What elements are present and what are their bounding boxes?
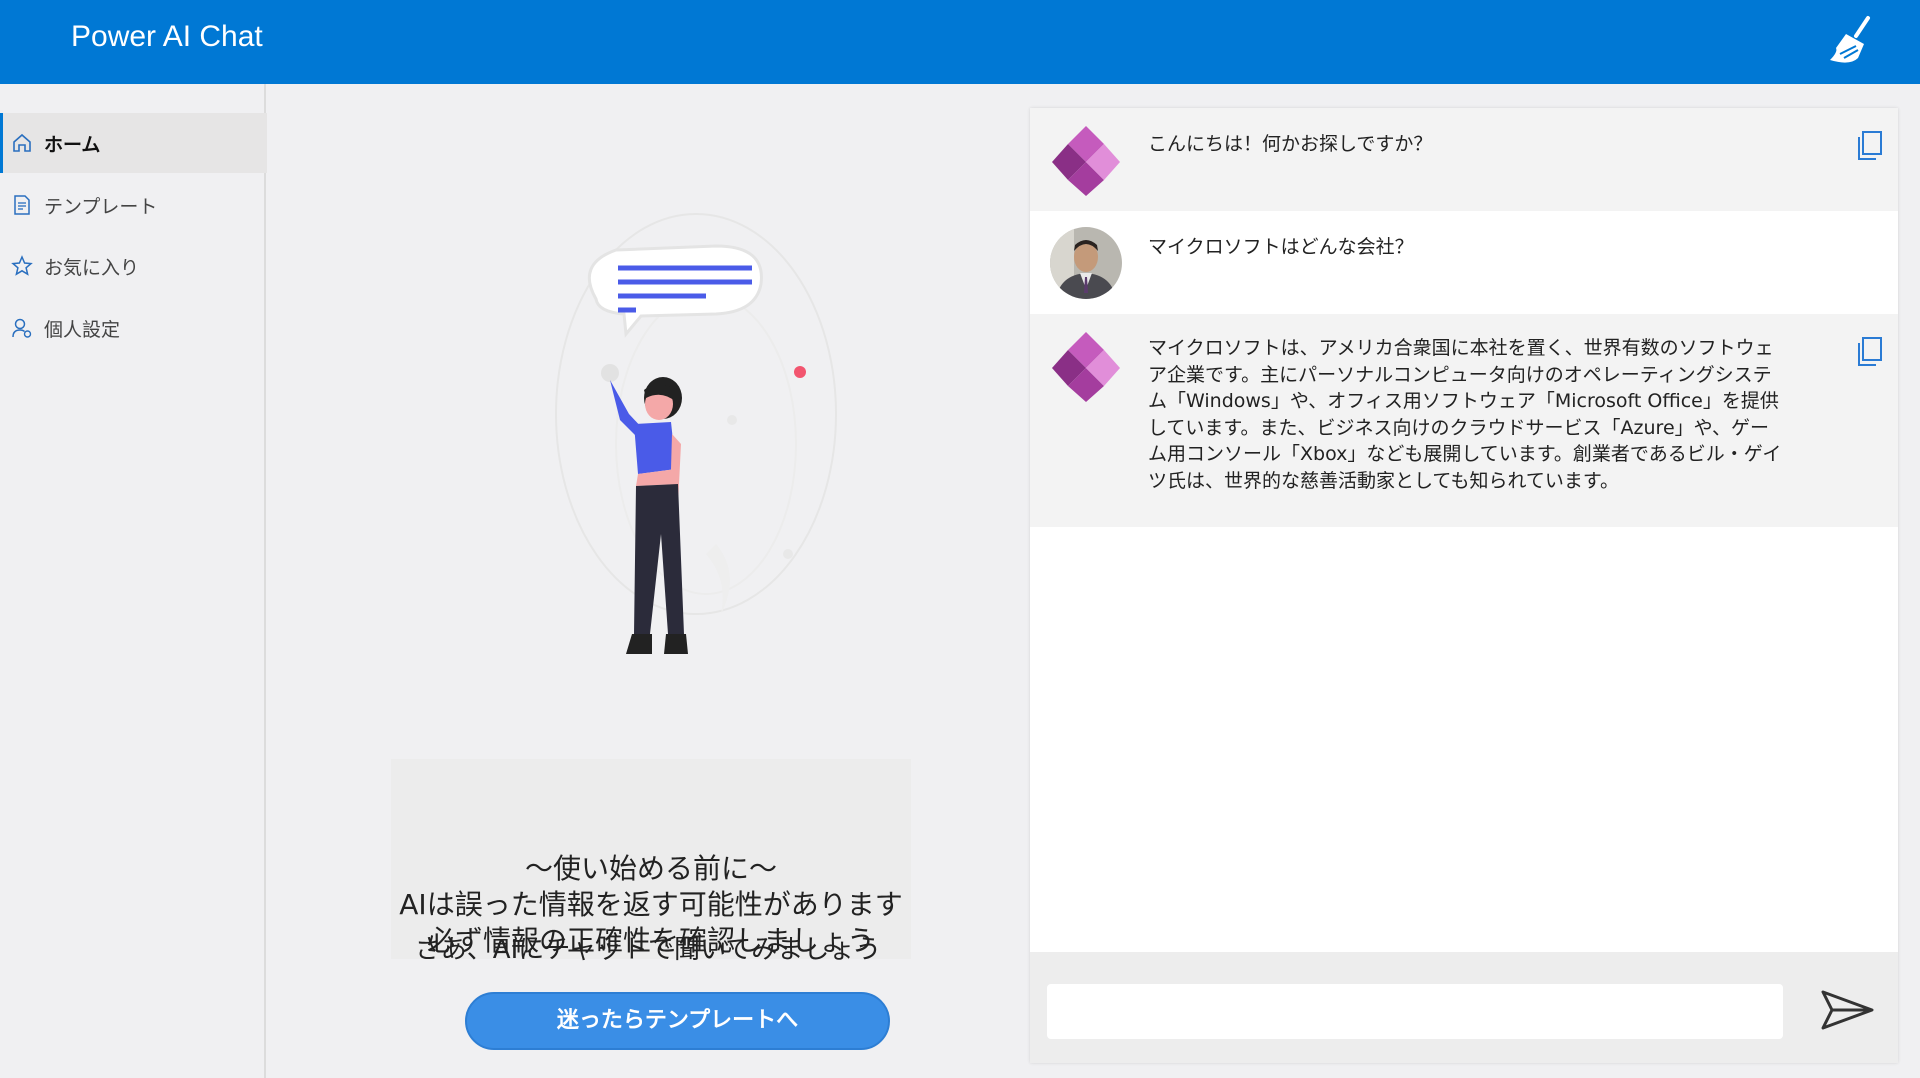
home-panel: ～使い始める前に～ AIは誤った情報を返す可能性があります 必ず情報の正確性を確… (266, 84, 1030, 1078)
sidebar-item-home[interactable]: ホーム (0, 113, 267, 173)
notice-line: ～使い始める前に～ (524, 852, 777, 885)
sidebar: ホーム テンプレート お気に入り 個人設定 (0, 84, 267, 1078)
message-line: ツ氏は、世界的な慈善活動家としても知られています。 (1148, 469, 1620, 492)
user-avatar (1050, 227, 1122, 299)
power-apps-logo-icon (1052, 332, 1120, 402)
sidebar-item-label: テンプレート (44, 195, 158, 218)
app-header: Power AI Chat (0, 0, 1920, 84)
star-icon (11, 255, 33, 276)
woman-with-speech-bubble-illustration (555, 213, 837, 654)
broom-icon[interactable] (1822, 14, 1878, 70)
message-text: マイクロソフトは、アメリカ合衆国に本社を置く、世界有数のソフトウェ ア企業です。… (1148, 335, 1838, 494)
sidebar-item-label: お気に入り (44, 256, 140, 279)
sidebar-item-label: 個人設定 (44, 318, 121, 341)
message-line: マイクロソフトは、アメリカ合衆国に本社を置く、世界有数のソフトウェ (1148, 337, 1774, 359)
chat-message-bot: マイクロソフトは、アメリカ合衆国に本社を置く、世界有数のソフトウェ ア企業です。… (1030, 314, 1898, 527)
message-line: ム用コンソール「Xbox」なども展開しています。創業者であるビル・ゲイ (1148, 443, 1782, 465)
sidebar-item-settings[interactable]: 個人設定 (0, 298, 264, 358)
message-line: しています。また、ビジネス向けのクラウドサービス「Azure」や、ゲー (1148, 416, 1770, 439)
copy-icon[interactable] (1856, 130, 1884, 162)
notice-line: AIは誤った情報を返す可能性があります (399, 888, 903, 921)
copy-icon[interactable] (1856, 336, 1884, 368)
chat-input[interactable] (1047, 984, 1783, 1039)
chat-prompt-text: さあ、AIにチャットで聞いてみましょう (414, 935, 882, 965)
template-button[interactable]: 迷ったらテンプレートへ (465, 992, 890, 1050)
sidebar-item-templates[interactable]: テンプレート (0, 175, 264, 235)
chat-input-area (1030, 952, 1898, 1063)
app-title: Power AI Chat (71, 20, 263, 53)
sidebar-item-favorites[interactable]: お気に入り (0, 236, 264, 296)
message-text: こんにちは！何かお探しですか？ (1148, 133, 1433, 155)
person-settings-icon (12, 318, 32, 338)
power-apps-logo-icon (1052, 126, 1120, 196)
message-text: マイクロソフトはどんな会社？ (1148, 236, 1414, 258)
chat-message-user: マイクロソフトはどんな会社？ (1030, 211, 1898, 314)
message-line: ム「Windows」や、オフィス用ソフトウェア「Microsoft Office… (1148, 390, 1779, 412)
sidebar-item-label: ホーム (44, 133, 101, 156)
home-icon (13, 133, 31, 152)
chat-message-bot: こんにちは！何かお探しですか？ (1030, 108, 1898, 211)
message-line: ア企業です。主にパーソナルコンピュータ向けのオペレーティングシステ (1148, 363, 1772, 386)
document-icon (14, 195, 30, 215)
send-icon[interactable] (1820, 986, 1876, 1034)
chat-panel: こんにちは！何かお探しですか？ マイクロソフトはどんな会社？ マイクロソフトは、… (1030, 108, 1898, 1063)
